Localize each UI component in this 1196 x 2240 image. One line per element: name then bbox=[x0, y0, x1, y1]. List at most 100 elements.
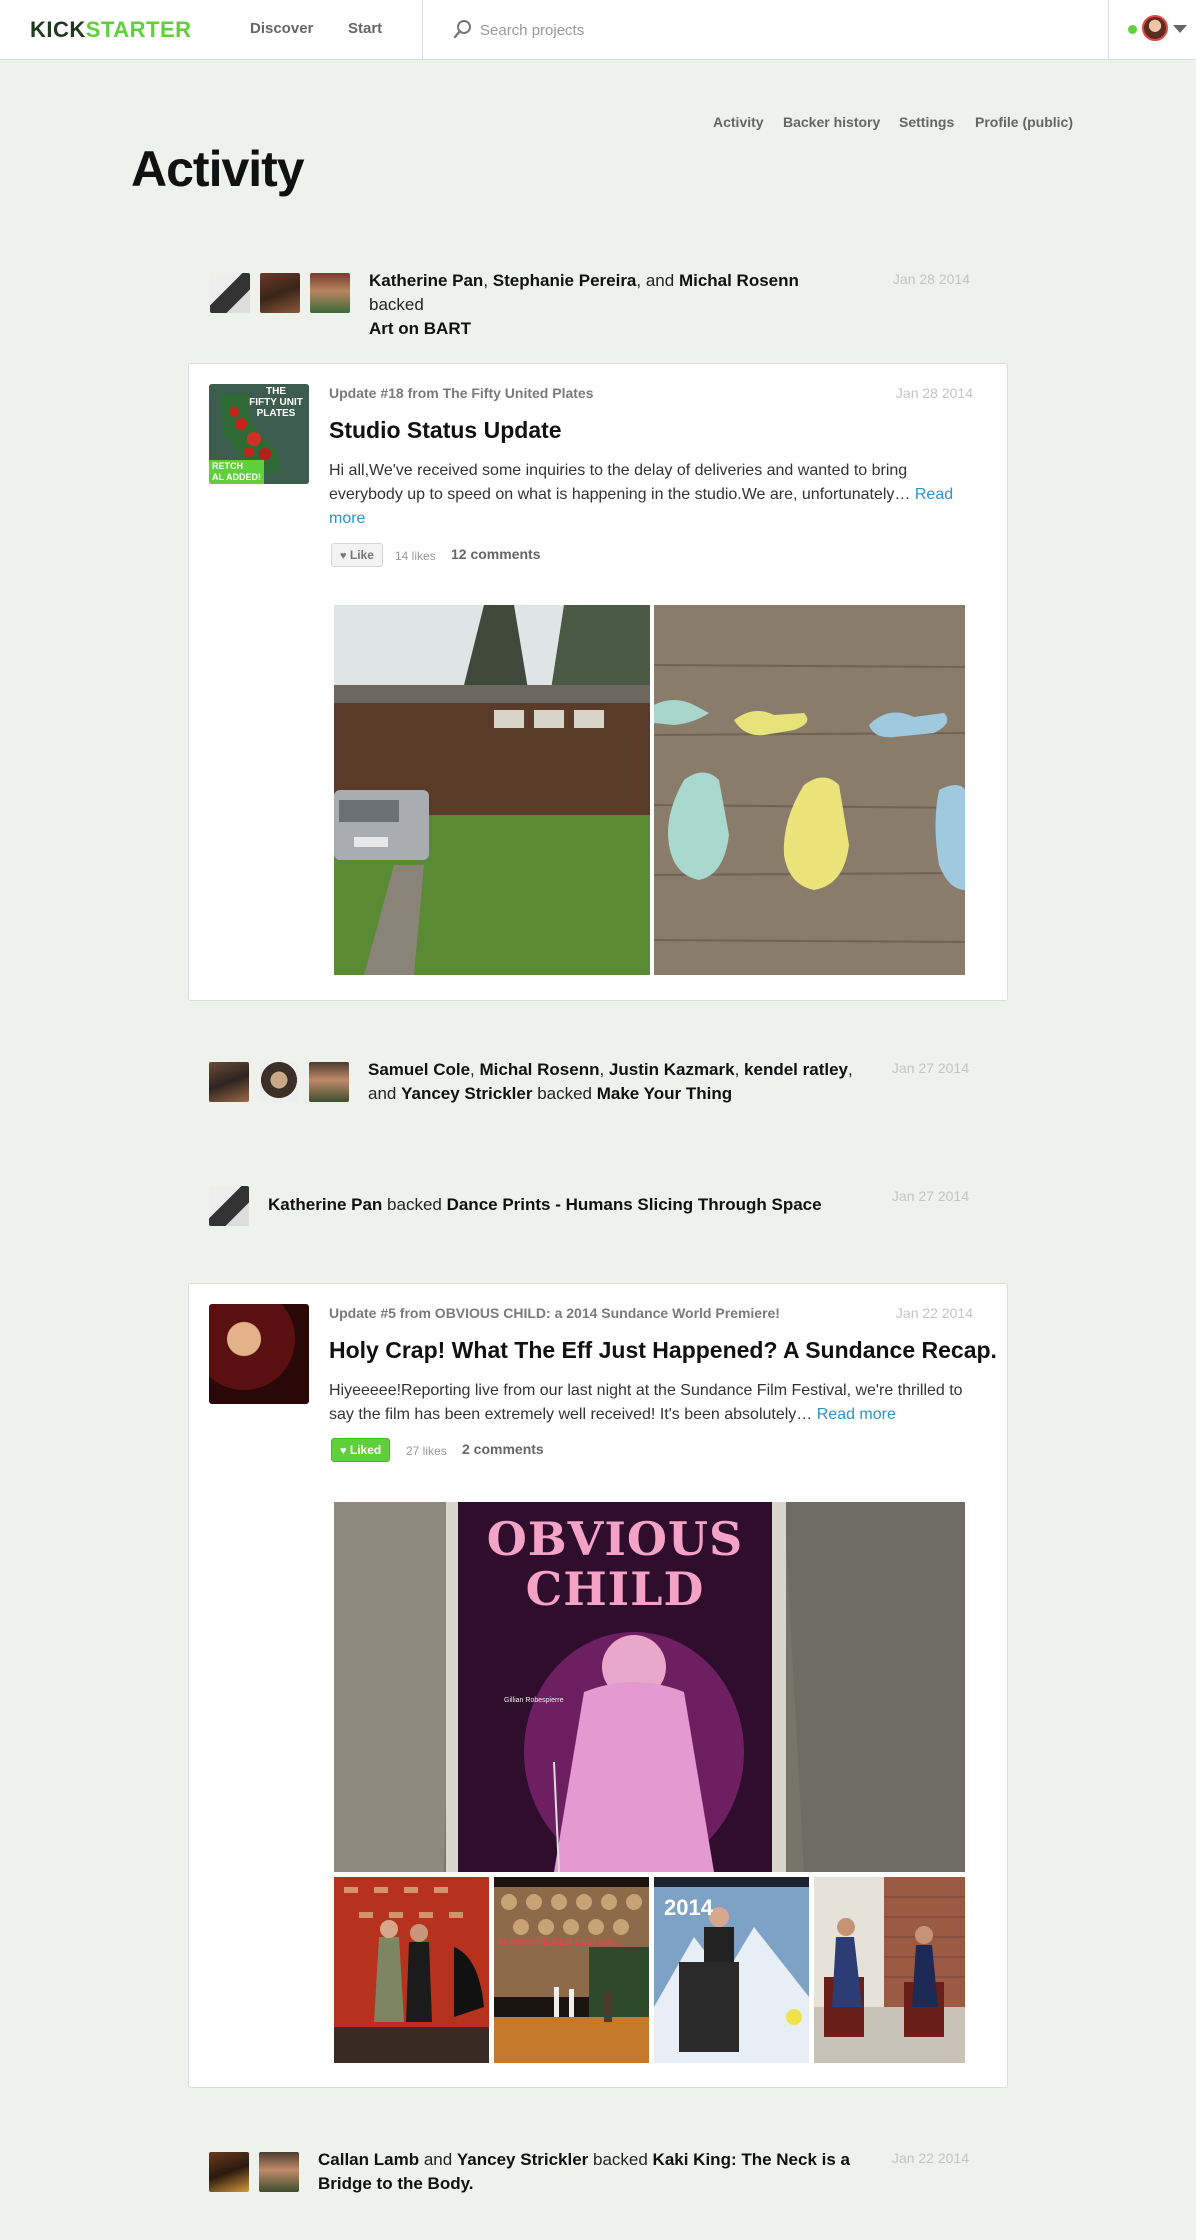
poster-byline: Gillian Robespierre bbox=[504, 1697, 564, 1704]
update-title[interactable]: Studio Status Update bbox=[329, 417, 562, 444]
update-body: Hiyeeeee!Reporting live from our last ni… bbox=[329, 1379, 969, 1427]
update-photo-theater[interactable]: SUNDANCE FILM FESTIVAL bbox=[494, 1877, 649, 2063]
update-date: Jan 22 2014 bbox=[895, 1305, 973, 1321]
separator-text: , bbox=[599, 1060, 609, 1079]
subnav-profile-public[interactable]: Profile (public) bbox=[975, 114, 1073, 130]
activity-text: Katherine Pan backed Dance Prints - Huma… bbox=[268, 1193, 868, 1217]
separator-text: , bbox=[470, 1060, 480, 1079]
update-source[interactable]: Update #5 from OBVIOUS CHILD: a 2014 Sun… bbox=[329, 1305, 780, 1321]
thumb-caption-line: PLATES bbox=[256, 408, 296, 419]
subnav-activity[interactable]: Activity bbox=[713, 114, 764, 130]
avatar[interactable] bbox=[209, 1186, 249, 1226]
update-photo-podium[interactable]: 2014 bbox=[654, 1877, 809, 2063]
stretch-goal-badge: RETCH AL ADDED! bbox=[209, 460, 264, 484]
backer-link[interactable]: Stephanie Pereira bbox=[493, 271, 637, 290]
update-photo-poster[interactable]: OBVIOUS CHILD Gillian Robespierre bbox=[334, 1502, 965, 1872]
backer-link[interactable]: Yancey Strickler bbox=[457, 2150, 588, 2169]
heart-icon: ♥ bbox=[340, 550, 347, 562]
update-photo-plates[interactable] bbox=[654, 605, 965, 975]
separator-text: , and bbox=[636, 271, 679, 290]
logo-text-kick: KICK bbox=[30, 17, 86, 42]
thumb-caption: THE FIFTY UNIT PLATES bbox=[247, 386, 305, 419]
poster-title-line: OBVIOUS bbox=[486, 1512, 744, 1566]
avatar[interactable] bbox=[309, 1062, 349, 1102]
backer-link[interactable]: Yancey Strickler bbox=[401, 1084, 532, 1103]
chevron-down-icon[interactable] bbox=[1173, 25, 1187, 33]
avatar[interactable] bbox=[210, 273, 250, 313]
subnav-backer-history[interactable]: Backer history bbox=[783, 114, 880, 130]
subnav-settings[interactable]: Settings bbox=[899, 114, 954, 130]
backer-link[interactable]: Katherine Pan bbox=[369, 271, 483, 290]
update-body-text: Hi all,We've received some inquiries to … bbox=[329, 462, 915, 503]
thumb-caption-line: THE bbox=[266, 386, 286, 397]
update-card: Update #5 from OBVIOUS CHILD: a 2014 Sun… bbox=[188, 1283, 1008, 2088]
nav-discover[interactable]: Discover bbox=[250, 20, 313, 37]
backer-link[interactable]: Katherine Pan bbox=[268, 1195, 382, 1214]
avatar[interactable] bbox=[260, 273, 300, 313]
project-link[interactable]: Make Your Thing bbox=[597, 1084, 732, 1103]
house-photo bbox=[334, 605, 650, 975]
liked-button[interactable]: ♥ Liked bbox=[331, 1438, 391, 1462]
verb-text: backed bbox=[532, 1084, 597, 1103]
project-link[interactable]: Dance Prints - Humans Slicing Through Sp… bbox=[447, 1195, 822, 1214]
poster-title: OBVIOUS CHILD bbox=[458, 1514, 772, 1614]
nav-divider bbox=[422, 0, 423, 60]
activity-date: Jan 27 2014 bbox=[891, 1188, 969, 1204]
update-photo-bench[interactable] bbox=[814, 1877, 965, 2063]
read-more-link[interactable]: Read more bbox=[817, 1406, 896, 1423]
update-title[interactable]: Holy Crap! What The Eff Just Happened? A… bbox=[329, 1337, 997, 1364]
backer-link[interactable]: Samuel Cole bbox=[368, 1060, 470, 1079]
search-icon[interactable] bbox=[452, 18, 474, 40]
update-body: Hi all,We've received some inquiries to … bbox=[329, 459, 969, 531]
like-button[interactable]: ♥ Like bbox=[331, 543, 383, 567]
user-avatar[interactable] bbox=[1142, 15, 1168, 41]
avatar[interactable] bbox=[259, 2152, 299, 2192]
separator-text: and bbox=[419, 2150, 457, 2169]
likes-count: 27 likes bbox=[406, 1444, 447, 1458]
backer-link[interactable]: Michal Rosenn bbox=[480, 1060, 600, 1079]
search-input[interactable] bbox=[480, 14, 1040, 46]
like-label: Liked bbox=[349, 1443, 382, 1457]
update-photo-red-carpet[interactable] bbox=[334, 1877, 489, 2063]
verb-text: backed bbox=[382, 1195, 447, 1214]
bench-photo bbox=[814, 1877, 965, 2063]
badge-line: RETCH bbox=[212, 461, 243, 471]
top-nav-bar: KICKSTARTER Discover Start bbox=[0, 0, 1196, 60]
backer-link[interactable]: Michal Rosenn bbox=[679, 271, 799, 290]
red-carpet-photo bbox=[334, 1877, 489, 2063]
avatar[interactable] bbox=[259, 1062, 299, 1102]
comments-link[interactable]: 2 comments bbox=[462, 1441, 544, 1457]
activity-date: Jan 28 2014 bbox=[892, 271, 970, 287]
project-link[interactable]: Art on BART bbox=[369, 319, 471, 338]
heart-icon: ♥ bbox=[340, 1445, 347, 1457]
avatar[interactable] bbox=[310, 273, 350, 313]
update-photo-house[interactable] bbox=[334, 605, 650, 975]
badge-line: AL ADDED! bbox=[212, 472, 261, 482]
page-title: Activity bbox=[131, 141, 305, 197]
backer-link[interactable]: Callan Lamb bbox=[318, 2150, 419, 2169]
plates-photo bbox=[654, 605, 965, 975]
thumb-caption-line: FIFTY UNIT bbox=[249, 397, 303, 408]
activity-text: Samuel Cole, Michal Rosenn, Justin Kazma… bbox=[368, 1058, 868, 1106]
project-thumbnail[interactable]: THE FIFTY UNIT PLATES RETCH AL ADDED! bbox=[209, 384, 309, 484]
comments-link[interactable]: 12 comments bbox=[451, 546, 540, 562]
like-label: Like bbox=[349, 548, 374, 562]
separator-text: , bbox=[734, 1060, 745, 1079]
update-date: Jan 28 2014 bbox=[895, 385, 973, 401]
poster-title-line: CHILD bbox=[525, 1562, 705, 1616]
activity-text: Callan Lamb and Yancey Strickler backed … bbox=[318, 2148, 858, 2196]
backer-link[interactable]: Justin Kazmark bbox=[609, 1060, 735, 1079]
avatar[interactable] bbox=[209, 2152, 249, 2192]
backer-link[interactable]: kendel ratley bbox=[744, 1060, 848, 1079]
project-thumbnail[interactable] bbox=[209, 1304, 309, 1404]
kickstarter-logo[interactable]: KICKSTARTER bbox=[30, 17, 192, 43]
verb-text: backed bbox=[369, 295, 424, 314]
avatar[interactable] bbox=[209, 1062, 249, 1102]
activity-date: Jan 27 2014 bbox=[891, 1060, 969, 1076]
separator-text: , bbox=[483, 271, 493, 290]
nav-start[interactable]: Start bbox=[348, 20, 382, 37]
activity-text: Katherine Pan, Stephanie Pereira, and Mi… bbox=[369, 269, 849, 341]
update-source[interactable]: Update #18 from The Fifty United Plates bbox=[329, 385, 594, 401]
verb-text: backed bbox=[588, 2150, 653, 2169]
online-status-dot bbox=[1128, 25, 1137, 34]
